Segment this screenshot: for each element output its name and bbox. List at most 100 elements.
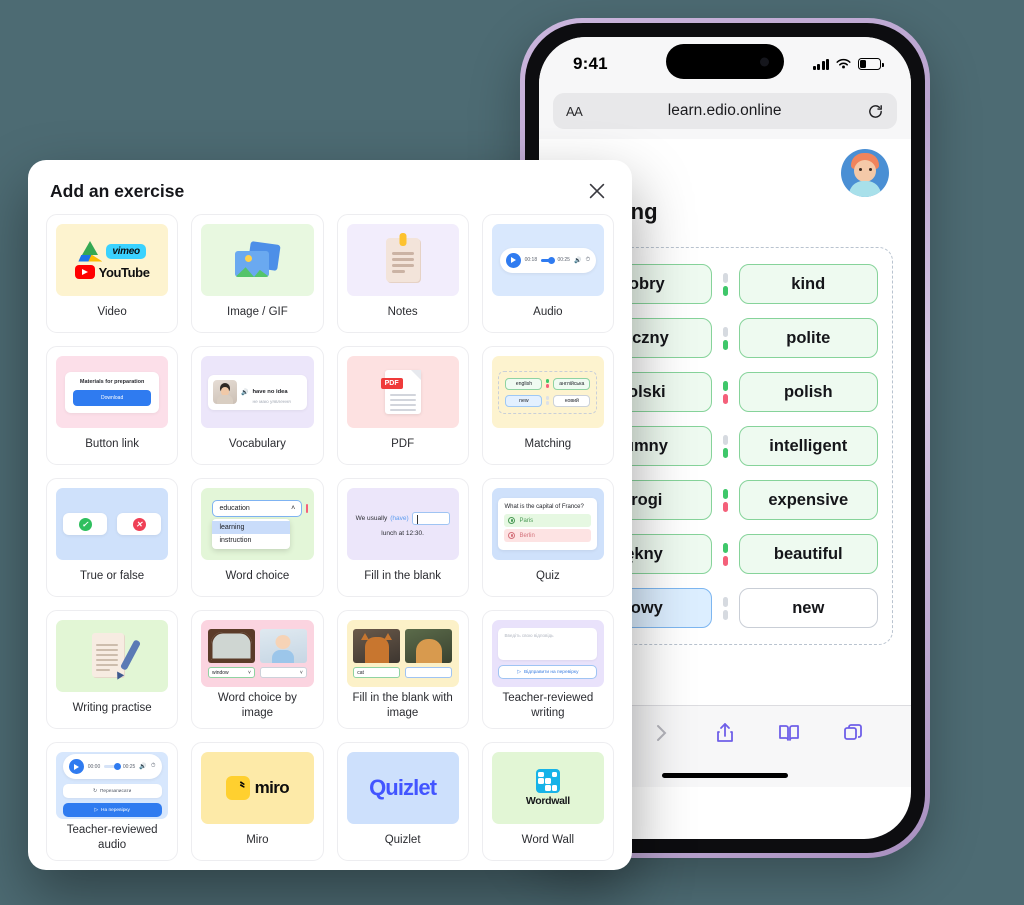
matching-right-chip[interactable]: beautiful	[738, 534, 878, 574]
exercise-card-vocabulary[interactable]: 🔊 have no idea не маю уявлення Vocabular…	[191, 346, 324, 465]
matching-connector	[722, 596, 729, 620]
volume-icon: 🔊	[573, 257, 582, 264]
avatar-face	[854, 160, 876, 182]
quiz-option-correct: Paris	[504, 514, 592, 527]
text-size-button[interactable]: AA	[566, 104, 583, 119]
word-choice-marker	[305, 503, 309, 513]
avatar[interactable]	[841, 149, 889, 197]
vocabulary-image	[212, 380, 237, 404]
wordwall-mark-icon	[535, 769, 560, 793]
chevron-up-icon: ˄	[291, 504, 296, 512]
word-choice-selected: education	[219, 504, 250, 512]
close-icon[interactable]	[586, 180, 608, 202]
exercise-card-pdf[interactable]: PDF PDF	[336, 346, 469, 465]
matching-preview-right: новий	[553, 394, 591, 407]
url-bar[interactable]: AA learn.edio.online	[553, 93, 897, 129]
matching-right-chip[interactable]: intelligent	[738, 426, 878, 466]
quizlet-logo: Quizlet	[369, 775, 437, 800]
tabs-icon[interactable]	[841, 720, 865, 746]
speed-icon: ⏱	[150, 763, 156, 770]
card-label: Writing practise	[72, 701, 152, 714]
exercise-card-notes[interactable]: Notes	[336, 214, 469, 333]
avatar-eye-left	[859, 168, 862, 171]
window-photo	[207, 629, 255, 664]
book-icon[interactable]	[777, 720, 801, 746]
word-choice-option: instruction	[219, 536, 252, 544]
matching-connector	[722, 380, 729, 404]
card-label: Quizlet	[384, 833, 421, 846]
pdf-icon: PDF	[380, 370, 421, 414]
status-indicators	[812, 58, 884, 70]
exercise-card-word-wall[interactable]: Wordwall Word Wall	[481, 742, 614, 861]
word-choice-image-preview: window ˅ ˅	[207, 629, 307, 679]
radio-icon	[508, 532, 516, 539]
button-link-title: Materials for preparation	[79, 378, 145, 385]
exercise-card-teacher-audio[interactable]: 00:00 00:25 🔊 ⏱ ↻ Перезаписати ▷ На переві…	[46, 742, 179, 861]
dialog-header: Add an exercise	[28, 160, 632, 214]
card-label: Word choice by image	[217, 692, 297, 719]
url-text[interactable]: learn.edio.online	[668, 102, 782, 120]
matching-right-chip[interactable]: kind	[738, 264, 878, 304]
quiz-thumb: What is the capital of France? Paris Ber…	[491, 488, 604, 560]
avatar-eye-right	[869, 168, 872, 171]
dialog-title: Add an exercise	[50, 180, 185, 201]
fill-blank-hint: (have)	[390, 514, 409, 522]
dynamic-island	[666, 44, 784, 79]
matching-right-chip[interactable]: expensive	[738, 480, 878, 520]
word-choice-thumb: education ˄ learning instruction	[201, 488, 314, 560]
audio-elapsed: 00:18	[524, 257, 538, 263]
true-false-thumb: ✓ ✕	[56, 488, 169, 560]
matching-right-chip[interactable]: polish	[738, 372, 878, 412]
avatar-body	[849, 181, 881, 197]
chevron-down-icon: ˅	[247, 669, 251, 676]
writing-icon	[92, 633, 142, 682]
matching-right-chip[interactable]: polite	[738, 318, 878, 358]
word-choice-image-thumb: window ˅ ˅	[201, 620, 314, 688]
exercise-card-image-gif[interactable]: Image / GIF	[191, 214, 324, 333]
vocabulary-preview: 🔊 have no idea не маю уявлення	[207, 374, 307, 410]
exercise-card-button-link[interactable]: Materials for preparation Download Butto…	[46, 346, 179, 465]
exercise-card-matching[interactable]: english англійська new новий Matching	[481, 346, 614, 465]
exercise-card-quiz[interactable]: What is the capital of France? Paris Ber…	[481, 478, 614, 597]
dog-photo	[405, 629, 453, 664]
pdf-badge: PDF	[380, 378, 403, 389]
audio-player-preview: 00:18 00:25 🔊 ⏱	[499, 247, 597, 273]
exercise-card-teacher-writing[interactable]: Введіть свою відповідь ▷ Відправити на пе…	[481, 610, 614, 729]
exercise-card-video[interactable]: vimeo YouTube Video	[46, 214, 179, 333]
vimeo-logo: vimeo	[106, 243, 146, 259]
notes-icon	[385, 233, 420, 282]
word-choice-image-select-2: ˅	[259, 667, 307, 679]
youtube-play-icon	[74, 265, 95, 279]
fill-blank-image-answer-2	[405, 667, 453, 679]
wordwall-thumb: Wordwall	[491, 752, 604, 824]
exercise-card-fill-blank-image[interactable]: cat Fill in the blank with image	[336, 610, 469, 729]
matching-connector	[722, 542, 729, 566]
card-label: Word Wall	[521, 833, 575, 846]
video-logos-thumb: vimeo YouTube	[56, 224, 169, 296]
teacher-audio-player: 00:00 00:25 🔊 ⏱	[62, 754, 162, 780]
exercise-card-true-false[interactable]: ✓ ✕ True or false	[46, 478, 179, 597]
reload-icon[interactable]	[867, 103, 884, 120]
matching-right-chip[interactable]: new	[738, 588, 878, 628]
miro-mark-icon: 〝	[225, 776, 250, 800]
share-icon[interactable]	[713, 720, 737, 746]
exercise-card-word-choice-image[interactable]: window ˅ ˅ Word choice by image	[191, 610, 324, 729]
card-label: Audio	[533, 305, 563, 318]
exercise-card-word-choice[interactable]: education ˄ learning instruction Word ch…	[191, 478, 324, 597]
browser-url-row: AA learn.edio.online	[539, 91, 911, 139]
word-choice-preview: education ˄ learning instruction	[212, 499, 309, 549]
exercise-card-audio[interactable]: 00:18 00:25 🔊 ⏱ Audio	[481, 214, 614, 333]
teacher-audio-preview: 00:00 00:25 🔊 ⏱ ↻ Перезаписати ▷ На переві…	[62, 754, 162, 818]
exercise-card-fill-blank[interactable]: We usually (have) lunch at 12:30. Fill i…	[336, 478, 469, 597]
card-label: Notes	[387, 305, 418, 318]
card-label: Video	[97, 305, 127, 318]
cellular-bars-icon	[812, 58, 829, 70]
exercise-card-quizlet[interactable]: Quizlet Quizlet	[336, 742, 469, 861]
exercise-card-writing-practise[interactable]: Writing practise	[46, 610, 179, 729]
chevron-right-icon[interactable]	[649, 720, 673, 746]
exercise-card-miro[interactable]: 〝 miro Miro	[191, 742, 324, 861]
fill-blank-image-preview: cat	[353, 629, 453, 679]
teacher-writing-thumb: Введіть свою відповідь ▷ Відправити на пе…	[491, 620, 604, 688]
audio-elapsed: 00:00	[87, 763, 101, 770]
image-icon	[235, 241, 282, 277]
